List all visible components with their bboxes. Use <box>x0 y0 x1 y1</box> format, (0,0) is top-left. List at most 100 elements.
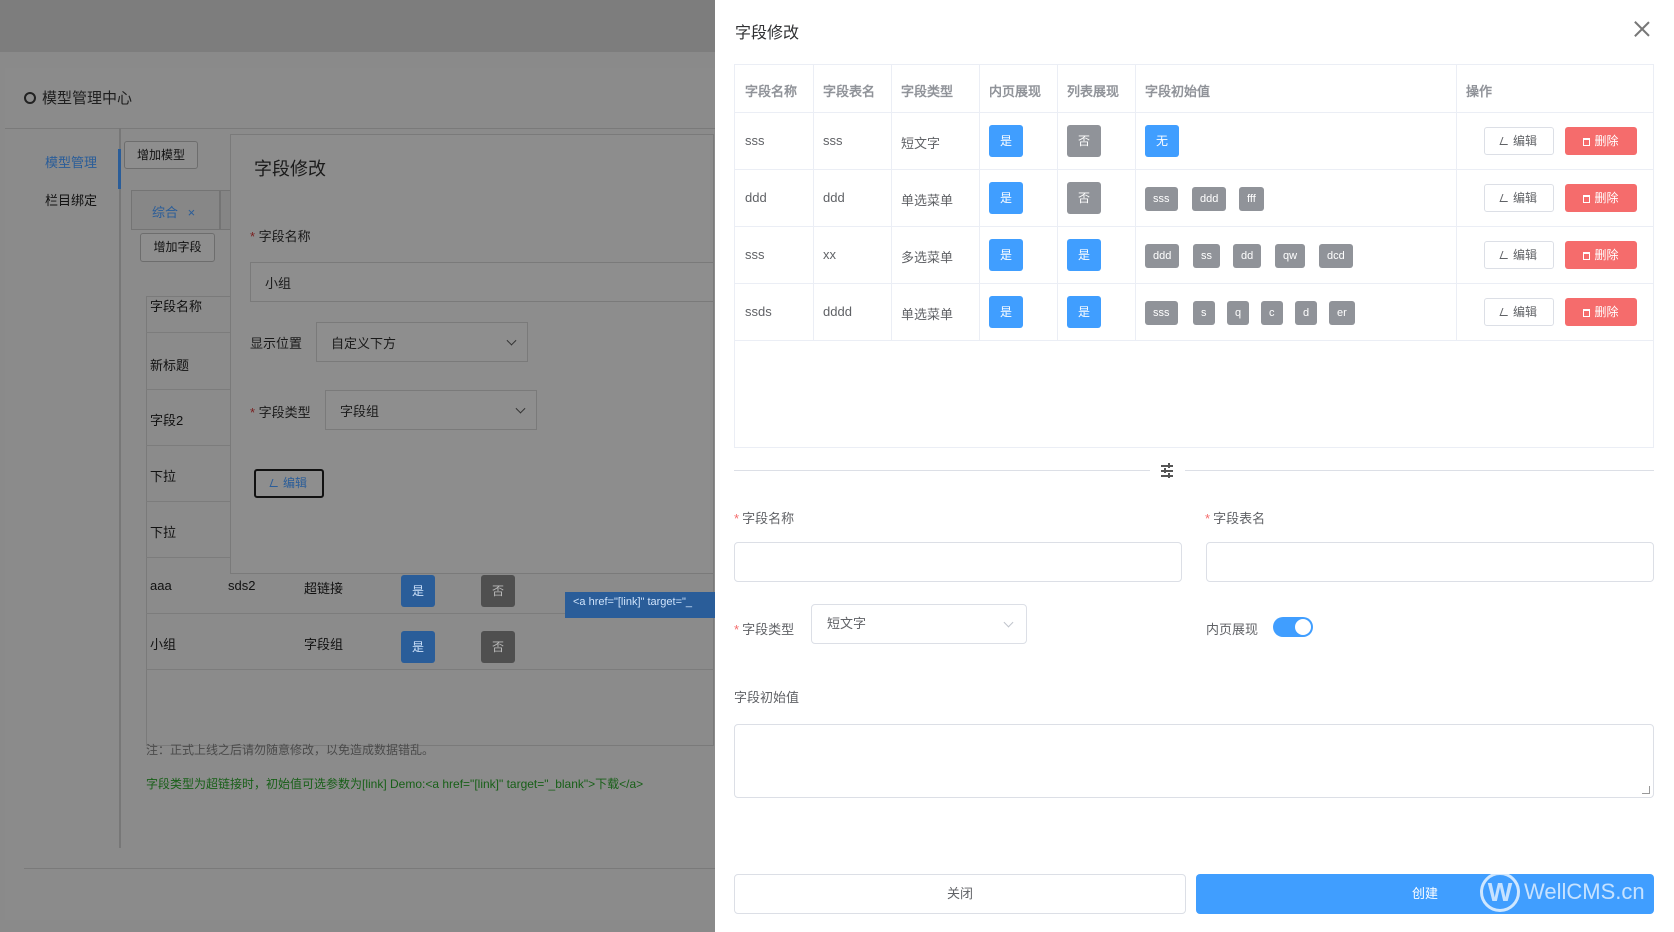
col-type: 字段类型 <box>901 84 954 99</box>
option-tag: sss <box>1145 301 1178 325</box>
option-tag: ddd <box>1145 244 1180 268</box>
position-label: 显示位置 <box>250 336 303 351</box>
col-show: 内页展现 <box>989 84 1042 99</box>
edit-icon <box>1499 308 1511 316</box>
table-row: ddd ddd 单选菜单 是 否 sss ddd fff 编辑 删除 <box>735 170 1653 227</box>
chevron-down-icon <box>1003 617 1014 628</box>
table-row: ssds dddd 单选菜单 是 是 sss s q c d er 编辑 删除 <box>735 284 1653 341</box>
col-actions: 操作 <box>1466 84 1493 99</box>
show-badge[interactable]: 是 <box>401 575 435 607</box>
col-alias: 字段表名 <box>823 84 876 99</box>
col-name: 字段名称 <box>745 84 798 99</box>
col-list: 列表展现 <box>1067 84 1120 99</box>
option-tag: er <box>1329 301 1355 325</box>
divider <box>24 868 724 869</box>
option-tag: s <box>1193 301 1215 325</box>
trash-icon <box>1583 195 1591 203</box>
tab-close-icon[interactable]: × <box>188 205 196 220</box>
edit-icon <box>269 479 281 487</box>
sidebar-item-column-bind[interactable]: 栏目绑定 <box>45 190 97 209</box>
field-name-label: * 字段名称 <box>250 229 311 244</box>
position-select[interactable]: 自定义下方 <box>316 322 528 362</box>
trash-icon <box>1583 309 1591 317</box>
init-value-textarea[interactable] <box>734 724 1654 798</box>
delete-button[interactable]: 删除 <box>1565 298 1637 326</box>
trash-icon <box>1583 252 1591 260</box>
edit-icon <box>1499 251 1511 259</box>
sidebar <box>5 128 121 848</box>
note-link-hint: 字段类型为超链接时，初始值可选参数为[link] Demo:<a href="[… <box>146 777 644 791</box>
show-badge[interactable]: 是 <box>989 296 1023 328</box>
gear-icon <box>24 92 36 104</box>
show-badge[interactable]: 是 <box>401 631 435 663</box>
option-tag: d <box>1295 301 1318 325</box>
show-inline-toggle[interactable] <box>1273 617 1313 637</box>
sidebar-active-indicator <box>118 149 121 189</box>
show-badge[interactable]: 是 <box>989 182 1023 214</box>
delete-button[interactable]: 删除 <box>1565 241 1637 269</box>
option-tag: qw <box>1275 244 1306 268</box>
field-type-label: * 字段类型 <box>250 405 311 420</box>
init-value-badge: 无 <box>1145 125 1179 157</box>
field-type-select[interactable]: 字段组 <box>325 390 537 430</box>
watermark: W WellCMS.cn <box>1480 872 1645 916</box>
option-tag: q <box>1227 301 1250 325</box>
show-inline-label: 内页展现 <box>1206 622 1259 637</box>
init-value-label: 字段初始值 <box>734 690 800 705</box>
field-alias-input[interactable] <box>1206 542 1654 582</box>
list-badge[interactable]: 是 <box>1067 296 1101 328</box>
close-button[interactable]: 关闭 <box>734 874 1186 914</box>
list-badge[interactable]: 否 <box>1067 182 1101 214</box>
app-title: 模型管理中心 <box>24 87 132 108</box>
table-header: 字段名称 字段表名 字段类型 内页展现 列表展现 字段初始值 操作 <box>735 65 1653 113</box>
table-row: sss xx 多选菜单 是 是 ddd ss dd qw dcd 编辑 删除 <box>735 227 1653 284</box>
add-model-button[interactable]: 增加模型 <box>124 141 198 169</box>
edit-button[interactable]: 编辑 <box>1484 241 1554 269</box>
option-tag: ddd <box>1192 187 1227 211</box>
delete-button[interactable]: 删除 <box>1565 184 1637 212</box>
option-tag: c <box>1261 301 1283 325</box>
field-type-label: * 字段类型 <box>734 622 795 637</box>
edit-button[interactable]: 编辑 <box>254 469 324 498</box>
delete-button[interactable]: 删除 <box>1565 127 1637 155</box>
chevron-down-icon <box>506 335 517 346</box>
wellcms-logo-icon: W <box>1480 872 1520 912</box>
option-tag: dcd <box>1319 244 1353 268</box>
resize-handle[interactable] <box>1642 786 1650 794</box>
list-badge[interactable]: 否 <box>481 631 515 663</box>
edit-button[interactable]: 编辑 <box>1484 184 1554 212</box>
close-icon[interactable] <box>1631 18 1653 40</box>
settings-sliders-icon <box>1160 462 1174 478</box>
show-badge[interactable]: 是 <box>989 239 1023 271</box>
list-badge[interactable]: 否 <box>1067 125 1101 157</box>
list-badge[interactable]: 否 <box>481 575 515 607</box>
option-tag: fff <box>1239 187 1264 211</box>
table-row: sss sss 短文字 是 否 无 编辑 删除 <box>735 113 1653 170</box>
sidebar-item-model-manage[interactable]: 模型管理 <box>45 152 97 171</box>
option-tag: sss <box>1145 187 1178 211</box>
divider <box>1185 470 1654 471</box>
edit-button[interactable]: 编辑 <box>1484 127 1554 155</box>
option-tag: dd <box>1233 244 1262 268</box>
edit-icon <box>1499 137 1511 145</box>
chevron-down-icon <box>515 403 526 414</box>
col-init: 字段初始值 <box>1145 84 1211 99</box>
field-edit-drawer: 字段修改 字段名称 字段表名 字段类型 内页展现 列表展现 字段初始值 操作 s… <box>715 0 1674 932</box>
add-field-button[interactable]: 增加字段 <box>140 233 215 262</box>
field-table: 字段名称 字段表名 字段类型 内页展现 列表展现 字段初始值 操作 sss ss… <box>734 64 1654 448</box>
option-tag: ss <box>1193 244 1220 268</box>
edit-icon <box>1499 194 1511 202</box>
field-name-input[interactable] <box>734 542 1182 582</box>
inner-dialog-title: 字段修改 <box>254 159 326 179</box>
trash-icon <box>1583 138 1591 146</box>
field-alias-label: * 字段表名 <box>1205 511 1266 526</box>
edit-button[interactable]: 编辑 <box>1484 298 1554 326</box>
show-badge[interactable]: 是 <box>989 125 1023 157</box>
note-text: 注：正式上线之后请勿随意修改，以免造成数据错乱。 <box>146 743 435 757</box>
field-type-select[interactable]: 短文字 <box>811 604 1027 644</box>
field-name-input[interactable]: 小组 <box>250 262 714 302</box>
tab-general[interactable]: 综合 × <box>131 190 220 230</box>
divider <box>734 470 1150 471</box>
list-badge[interactable]: 是 <box>1067 239 1101 271</box>
drawer-title: 字段修改 <box>735 25 800 42</box>
